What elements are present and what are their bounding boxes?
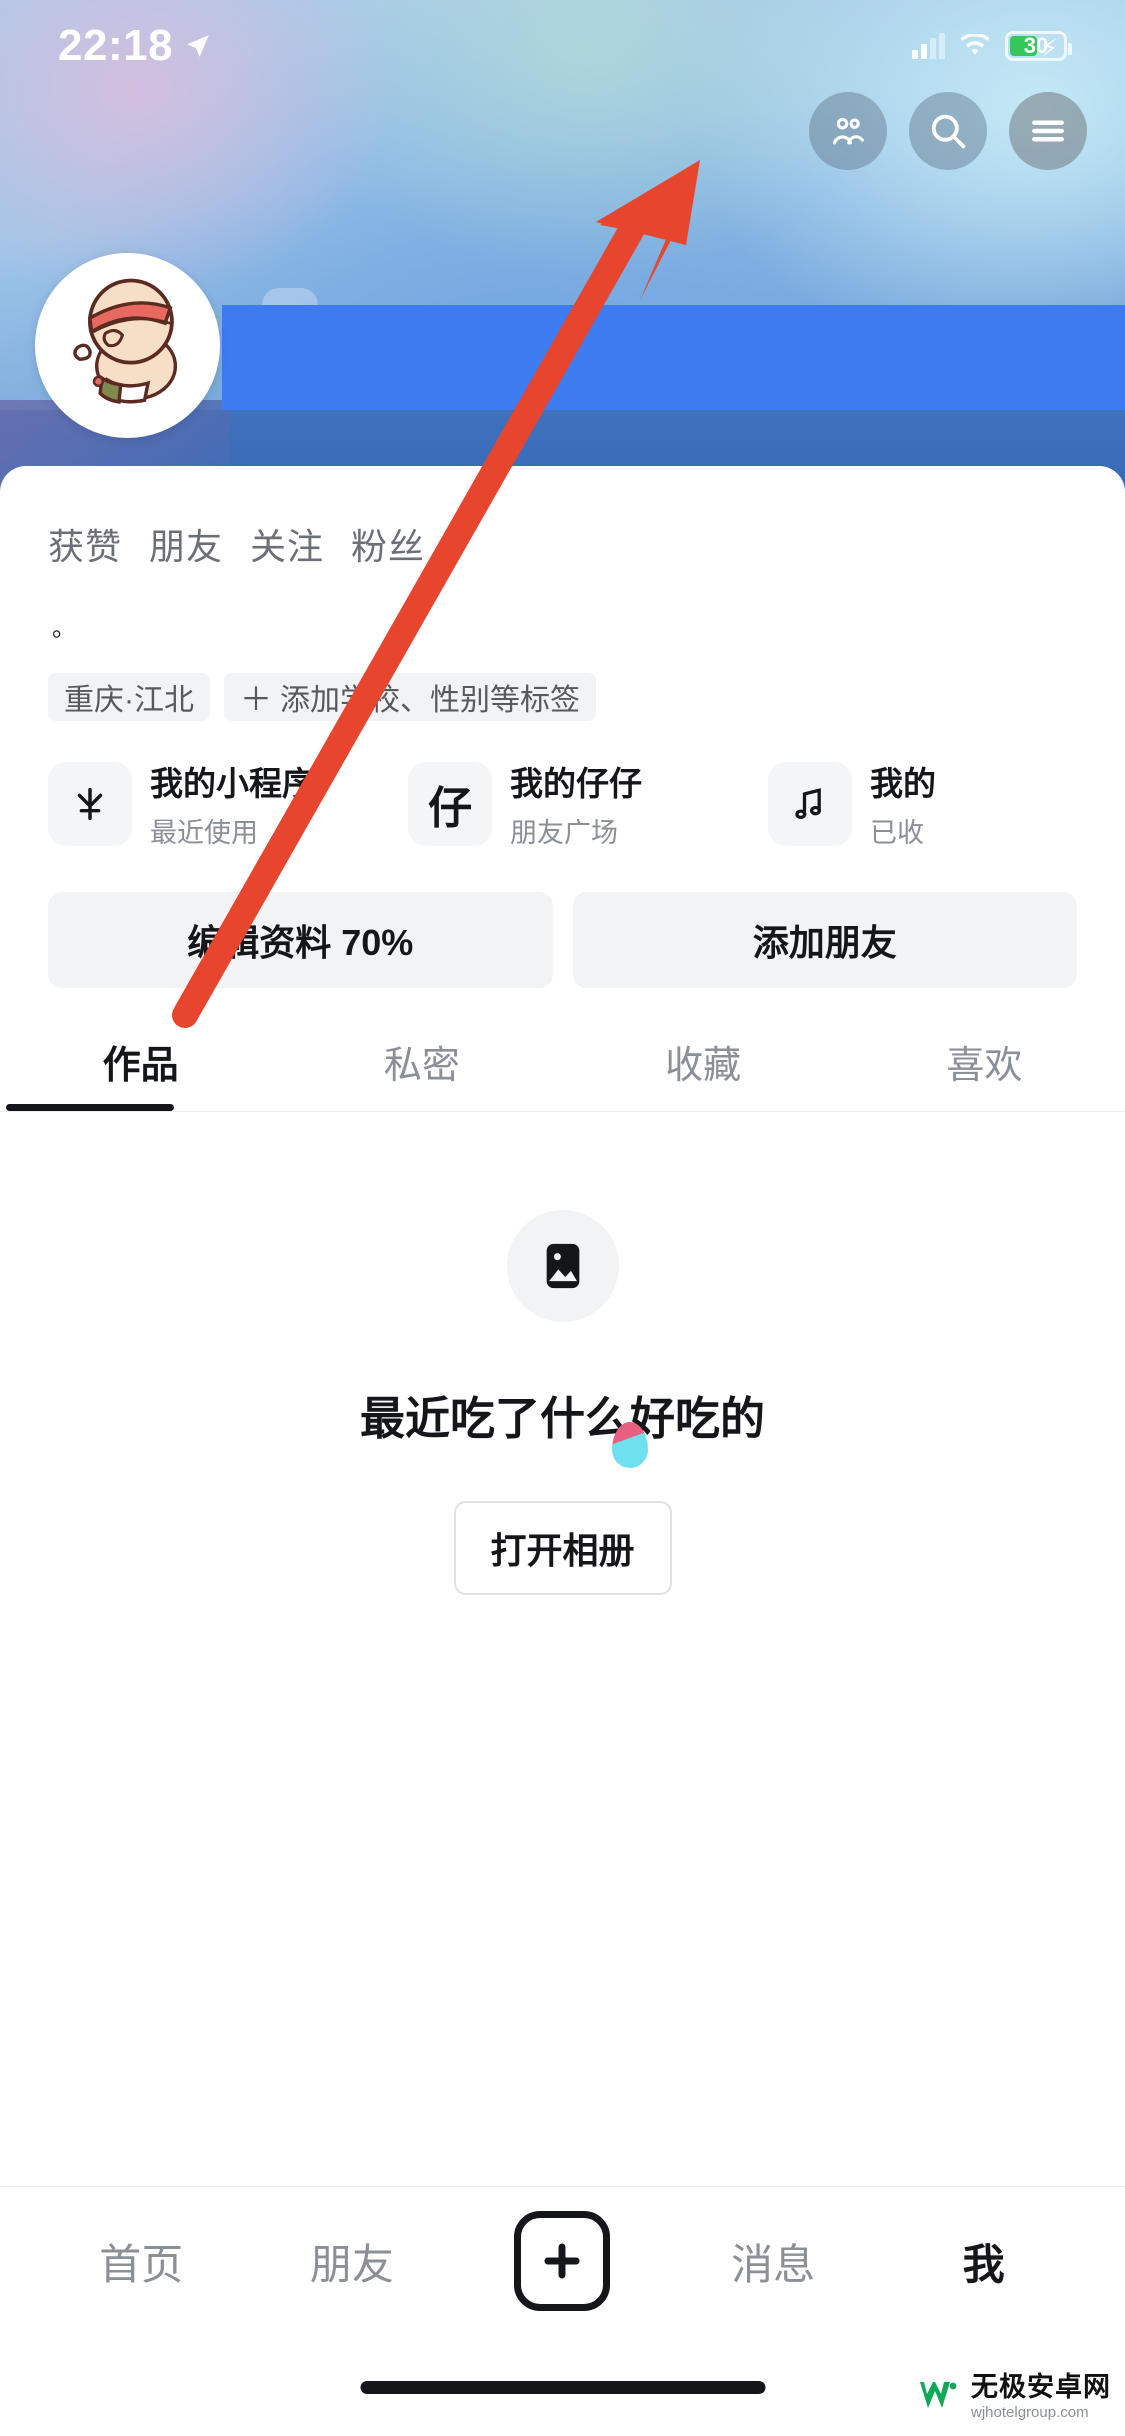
mini-cards-row: 我的小程序 最近使用 仔 我的仔仔 朋友广场 我的 已收	[0, 721, 1125, 850]
tab-works[interactable]: 作品	[0, 1034, 281, 1111]
battery-icon: 30 ⚡	[1005, 31, 1072, 62]
hamburger-menu-icon	[1032, 120, 1064, 142]
two-people-icon	[832, 117, 864, 145]
empty-state-title: 最近吃了什么好吃的	[359, 1382, 765, 1468]
menu-button[interactable]	[1009, 92, 1087, 170]
status-bar-left: 22:18	[58, 21, 211, 71]
mini-card-subtitle: 最近使用	[150, 818, 258, 848]
tag-label: 重庆·江北	[64, 684, 194, 717]
wifi-icon	[960, 34, 990, 55]
nav-item-messages[interactable]: 消息	[668, 2231, 879, 2292]
avatar[interactable]	[35, 253, 220, 438]
mini-card-title: 我的	[870, 765, 936, 802]
mini-card-music[interactable]: 我的 已收	[768, 757, 1110, 850]
mini-card-zaizai[interactable]: 仔 我的仔仔 朋友广场	[408, 757, 750, 850]
mini-card-text: 我的仔仔 朋友广场	[510, 757, 642, 850]
profile-sheet: 获赞 朋友 关注 粉丝 。 重庆·江北 ＋ 添加学校、性别等标签 我的小程序 最…	[0, 466, 1125, 2186]
stat-item-fans[interactable]: 粉丝	[351, 518, 452, 570]
stat-item-following[interactable]: 关注	[250, 518, 351, 570]
egg-decoration-icon	[611, 1422, 648, 1468]
stat-item-likes[interactable]: 获赞	[48, 518, 149, 570]
empty-state-title-text: 最近吃了什么好吃的	[359, 1393, 765, 1444]
cellular-signal-icon	[912, 33, 945, 59]
tab-favorites[interactable]: 收藏	[563, 1034, 844, 1111]
plus-icon: ＋	[240, 681, 273, 717]
zaizai-icon: 仔	[408, 761, 492, 846]
tab-private[interactable]: 私密	[281, 1034, 562, 1111]
charging-bolt-icon: ⚡	[1041, 35, 1058, 62]
status-bar-time: 22:18	[58, 21, 174, 70]
open-album-button[interactable]: 打开相册	[453, 1501, 672, 1595]
status-bar: 22:18 30 ⚡	[0, 0, 1125, 92]
home-indicator	[360, 2381, 765, 2394]
avatar-image	[42, 260, 213, 431]
tag-add-info[interactable]: ＋ 添加学校、性别等标签	[224, 673, 597, 721]
stat-label: 获赞	[48, 526, 123, 567]
mini-card-mini-program[interactable]: 我的小程序 最近使用	[48, 757, 390, 850]
username-banner	[222, 305, 842, 410]
image-placeholder-icon	[506, 1210, 619, 1322]
tag-label: 添加学校、性别等标签	[280, 684, 581, 717]
profile-signature[interactable]: 。	[0, 570, 1125, 643]
profile-stats-row: 获赞 朋友 关注 粉丝	[0, 466, 1125, 570]
watermark-text: 无极安卓网 wjhotelgroup.com	[971, 2372, 1111, 2421]
watermark-sub: wjhotelgroup.com	[971, 2404, 1089, 2421]
stat-label: 关注	[250, 526, 325, 567]
nav-item-home[interactable]: 首页	[36, 2231, 247, 2292]
mini-card-subtitle: 朋友广场	[510, 818, 618, 848]
search-button[interactable]	[909, 92, 987, 170]
tag-location[interactable]: 重庆·江北	[48, 673, 210, 721]
search-icon	[931, 114, 966, 149]
picture-icon	[546, 1243, 579, 1289]
watermark: 无极安卓网 wjhotelgroup.com	[917, 2374, 1111, 2420]
active-tab-underline	[6, 1104, 174, 1111]
mini-card-text: 我的小程序 最近使用	[150, 757, 315, 850]
friends-button[interactable]	[809, 92, 887, 170]
bottom-nav-row: 首页 朋友 消息 我	[0, 2187, 1125, 2335]
nav-item-friends[interactable]: 朋友	[247, 2231, 458, 2292]
profile-action-buttons: 编辑资料 70% 添加朋友	[0, 850, 1125, 988]
stat-item-friends[interactable]: 朋友	[149, 518, 250, 570]
cartoon-baby-avatar-icon	[73, 278, 178, 404]
mini-card-title: 我的仔仔	[510, 765, 642, 802]
location-arrow-icon	[187, 35, 209, 57]
plus-icon	[544, 2243, 581, 2279]
content-tabs: 作品 私密 收藏 喜欢	[0, 988, 1125, 1111]
header-actions	[809, 92, 1087, 170]
profile-tags-row: 重庆·江北 ＋ 添加学校、性别等标签	[0, 643, 1125, 721]
tab-likes[interactable]: 喜欢	[844, 1034, 1125, 1111]
mini-card-title: 我的小程序	[150, 765, 315, 802]
status-bar-right: 30 ⚡	[912, 31, 1072, 62]
watermark-logo-icon	[920, 2382, 957, 2408]
mini-card-subtitle: 已收	[870, 818, 924, 848]
nav-item-me[interactable]: 我	[878, 2231, 1089, 2292]
empty-state: 最近吃了什么好吃的 打开相册	[0, 1112, 1125, 1595]
watermark-main: 无极安卓网	[971, 2372, 1111, 2402]
nav-item-create[interactable]	[457, 2211, 668, 2311]
add-friend-button[interactable]: 添加朋友	[572, 892, 1077, 988]
edit-profile-button[interactable]: 编辑资料 70%	[48, 892, 553, 988]
music-note-icon	[768, 761, 852, 846]
stat-label: 粉丝	[351, 526, 426, 567]
mini-card-text: 我的 已收	[870, 757, 936, 850]
stat-label: 朋友	[149, 526, 224, 567]
plus-button[interactable]	[514, 2211, 611, 2311]
mini-program-icon	[48, 761, 132, 846]
